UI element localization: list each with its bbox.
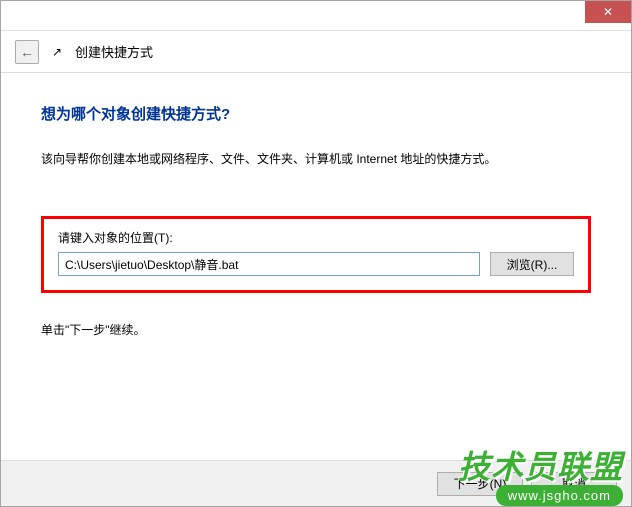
shortcut-icon: ↗: [49, 44, 65, 60]
header: ← ↗ 创建快捷方式: [1, 31, 631, 73]
back-button[interactable]: ←: [15, 40, 39, 64]
back-arrow-icon: ←: [20, 44, 34, 60]
titlebar: ✕: [1, 1, 631, 31]
input-row: 浏览(R)...: [58, 252, 574, 276]
browse-button[interactable]: 浏览(R)...: [490, 252, 574, 276]
path-input-label: 请键入对象的位置(T):: [58, 229, 574, 246]
wizard-window: ✕ ← ↗ 创建快捷方式 想为哪个对象创建快捷方式? 该向导帮你创建本地或网络程…: [0, 0, 632, 507]
continue-instruction: 单击"下一步"继续。: [41, 321, 591, 338]
main-heading: 想为哪个对象创建快捷方式?: [41, 103, 591, 124]
next-button[interactable]: 下一步(N): [437, 472, 523, 496]
close-icon: ✕: [603, 5, 613, 19]
content-area: 想为哪个对象创建快捷方式? 该向导帮你创建本地或网络程序、文件、文件夹、计算机或…: [1, 73, 631, 358]
close-button[interactable]: ✕: [585, 1, 631, 23]
cancel-button[interactable]: 取消: [531, 472, 617, 496]
description-text: 该向导帮你创建本地或网络程序、文件、文件夹、计算机或 Internet 地址的快…: [41, 150, 591, 168]
header-title: 创建快捷方式: [75, 42, 153, 61]
footer: 下一步(N) 取消: [1, 460, 631, 506]
input-section-highlight: 请键入对象的位置(T): 浏览(R)...: [41, 216, 591, 293]
path-input[interactable]: [58, 252, 480, 276]
